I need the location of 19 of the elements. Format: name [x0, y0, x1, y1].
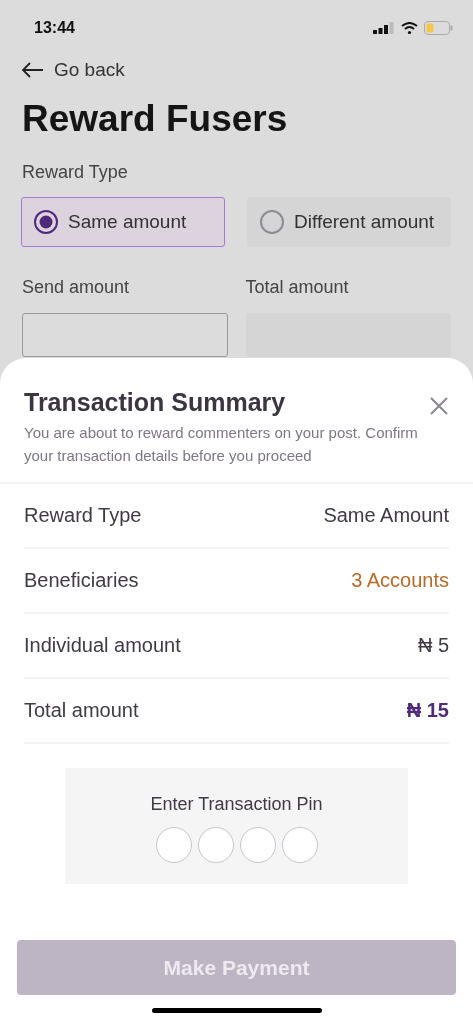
reward-type-option[interactable]: Different amount — [247, 197, 451, 247]
summary-value: 3 Accounts — [351, 569, 449, 592]
status-time: 13:44 — [33, 19, 75, 37]
summary-label: Beneficiaries — [24, 569, 139, 592]
summary-value: ₦ 5 — [417, 634, 449, 657]
amount-label: Total amount — [245, 277, 350, 298]
reward-type-label: Reward Type — [22, 162, 129, 183]
summary-value: Same Amount — [323, 504, 449, 527]
page-title: Reward Fusers — [22, 98, 289, 140]
amount-label: Send amount — [22, 277, 131, 298]
sheet-subtitle: You are about to reward commenters on your post. Confirm your transaction details before you proceed — [23, 423, 419, 466]
back-link[interactable]: Go back — [22, 56, 125, 84]
summary-label: Total amount — [24, 699, 139, 722]
summary-value: ₦ 15 — [406, 699, 449, 722]
summary-label: Individual amount — [24, 634, 181, 657]
summary-label: Reward Type — [24, 504, 142, 527]
reward-type-option[interactable]: Same amount — [21, 197, 225, 247]
pin-label: Enter Transaction Pin — [150, 794, 323, 815]
sheet-title: Transaction Summary — [24, 388, 286, 417]
